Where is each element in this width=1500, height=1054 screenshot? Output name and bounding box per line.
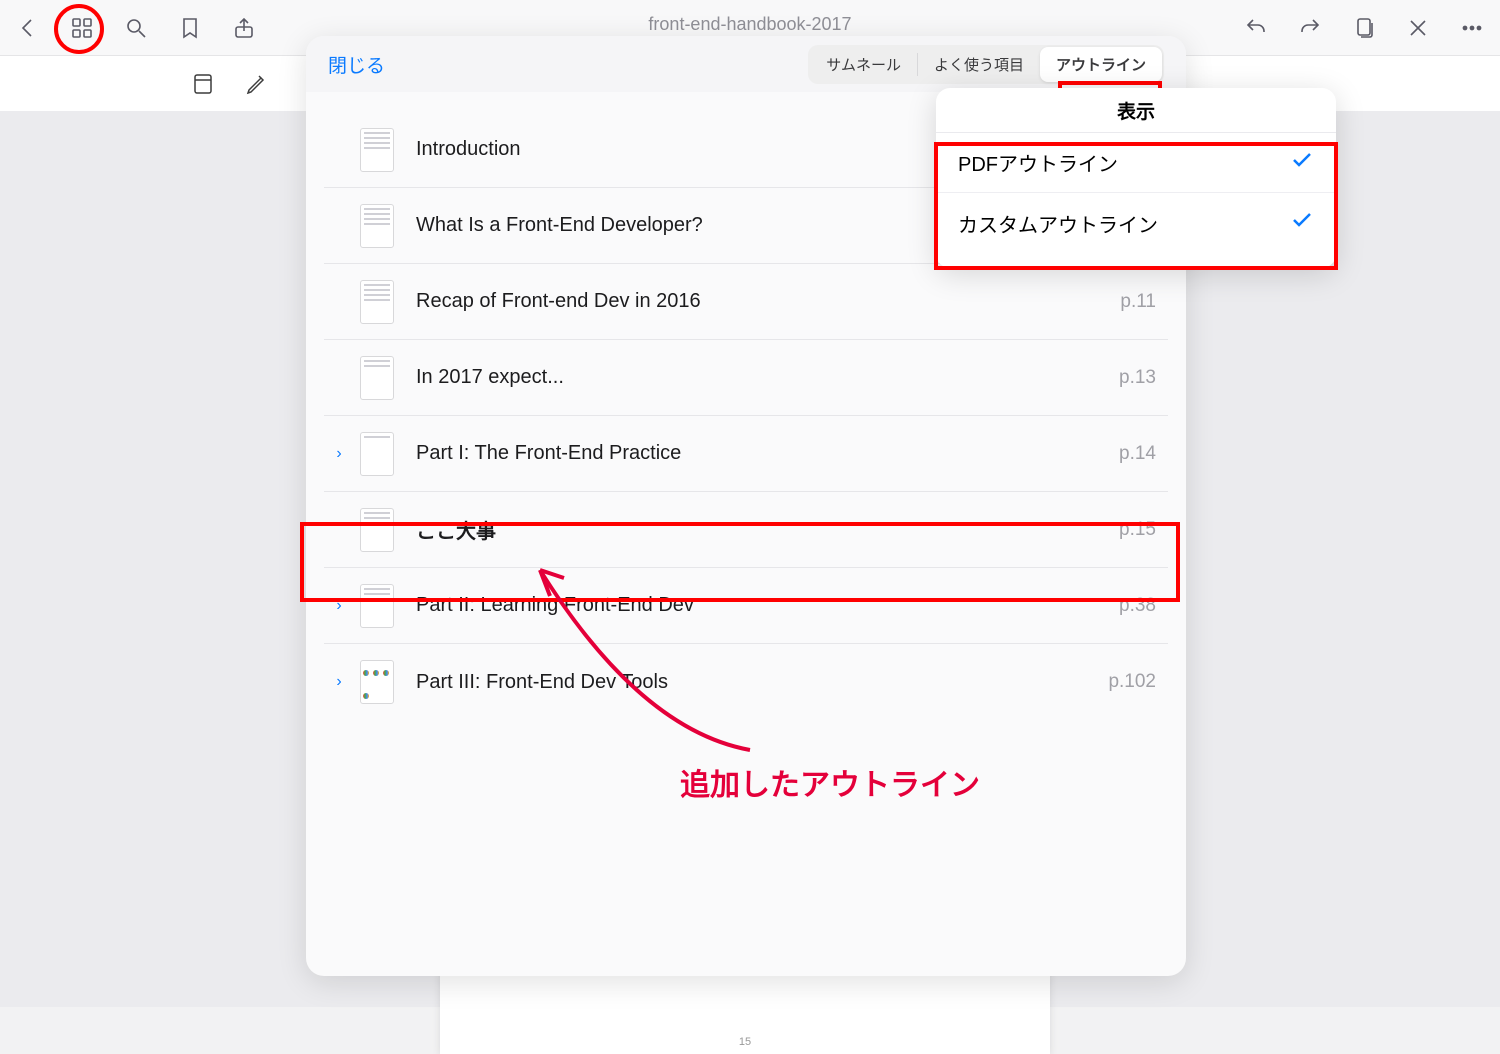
chevron-right-icon[interactable]: › (324, 445, 354, 463)
annotation-label: 追加したアウトライン (680, 760, 980, 804)
filter-item-label: カスタムアウトライン (958, 209, 1158, 238)
page-thumb-icon (360, 660, 394, 704)
document-title: front-end-handbook-2017 (648, 14, 851, 35)
outline-row[interactable]: ここ大事 p.15 (324, 492, 1168, 568)
page-thumb-icon (360, 280, 394, 324)
more-icon[interactable] (1458, 14, 1486, 42)
outline-title: ここ大事 (400, 515, 1119, 544)
outline-page: p.14 (1119, 443, 1168, 465)
outline-page: p.11 (1120, 291, 1168, 313)
thumbnails-grid-icon[interactable] (68, 14, 96, 42)
outline-title: Recap of Front-end Dev in 2016 (400, 290, 1120, 313)
filter-menu: 表示 PDFアウトライン カスタムアウトライン (936, 88, 1336, 268)
search-icon[interactable] (122, 14, 150, 42)
segment-favorites[interactable]: よく使う項目 (918, 47, 1040, 82)
outline-title: In 2017 expect... (400, 366, 1119, 389)
check-icon (1290, 148, 1314, 178)
page-thumb-icon (360, 204, 394, 248)
copy-page-icon[interactable] (1350, 14, 1378, 42)
filter-menu-header: 表示 (936, 88, 1336, 133)
filter-item-pdf-outline[interactable]: PDFアウトライン (936, 133, 1336, 193)
outline-row[interactable]: › Part I: The Front-End Practice p.14 (324, 416, 1168, 492)
segment-outline[interactable]: アウトライン (1040, 47, 1162, 82)
page-thumb-icon (360, 508, 394, 552)
chevron-right-icon[interactable]: › (324, 597, 354, 615)
undo-icon[interactable] (1242, 14, 1270, 42)
page-thumb-icon (360, 584, 394, 628)
redo-icon[interactable] (1296, 14, 1324, 42)
outline-page: p.13 (1119, 367, 1168, 389)
chevron-right-icon[interactable]: › (324, 673, 354, 691)
filter-item-label: PDFアウトライン (958, 148, 1118, 177)
outline-title: Part I: The Front-End Practice (400, 442, 1119, 465)
segment-control: サムネール よく使う項目 アウトライン (808, 45, 1164, 84)
outline-row[interactable]: › Part II: Learning Front-End Dev p.38 (324, 568, 1168, 644)
toolbar-left (14, 14, 258, 42)
popover-header: 閉じる サムネール よく使う項目 アウトライン フィルタ (306, 36, 1186, 92)
back-icon[interactable] (14, 14, 42, 42)
outline-page: p.102 (1108, 671, 1168, 693)
filter-item-custom-outline[interactable]: カスタムアウトライン (936, 193, 1336, 253)
outline-page: p.15 (1119, 519, 1168, 541)
page-view-icon[interactable] (190, 71, 216, 97)
page-thumb-icon (360, 128, 394, 172)
close-doc-icon[interactable] (1404, 14, 1432, 42)
outline-title: Part II: Learning Front-End Dev (400, 594, 1119, 617)
page-thumb-icon (360, 356, 394, 400)
check-icon (1290, 208, 1314, 238)
page-number: 15 (739, 1036, 751, 1048)
outline-row[interactable]: › Part III: Front-End Dev Tools p.102 (324, 644, 1168, 720)
bookmark-icon[interactable] (176, 14, 204, 42)
toolbar-right (1242, 14, 1486, 42)
share-icon[interactable] (230, 14, 258, 42)
close-button[interactable]: 閉じる (328, 51, 385, 78)
outline-row[interactable]: Recap of Front-end Dev in 2016 p.11 (324, 264, 1168, 340)
outline-page: p.38 (1119, 595, 1168, 617)
segment-thumbnails[interactable]: サムネール (810, 47, 917, 82)
page-thumb-icon (360, 432, 394, 476)
outline-row[interactable]: In 2017 expect... p.13 (324, 340, 1168, 416)
outline-title: Part III: Front-End Dev Tools (400, 671, 1108, 694)
pencil-icon[interactable] (244, 71, 270, 97)
